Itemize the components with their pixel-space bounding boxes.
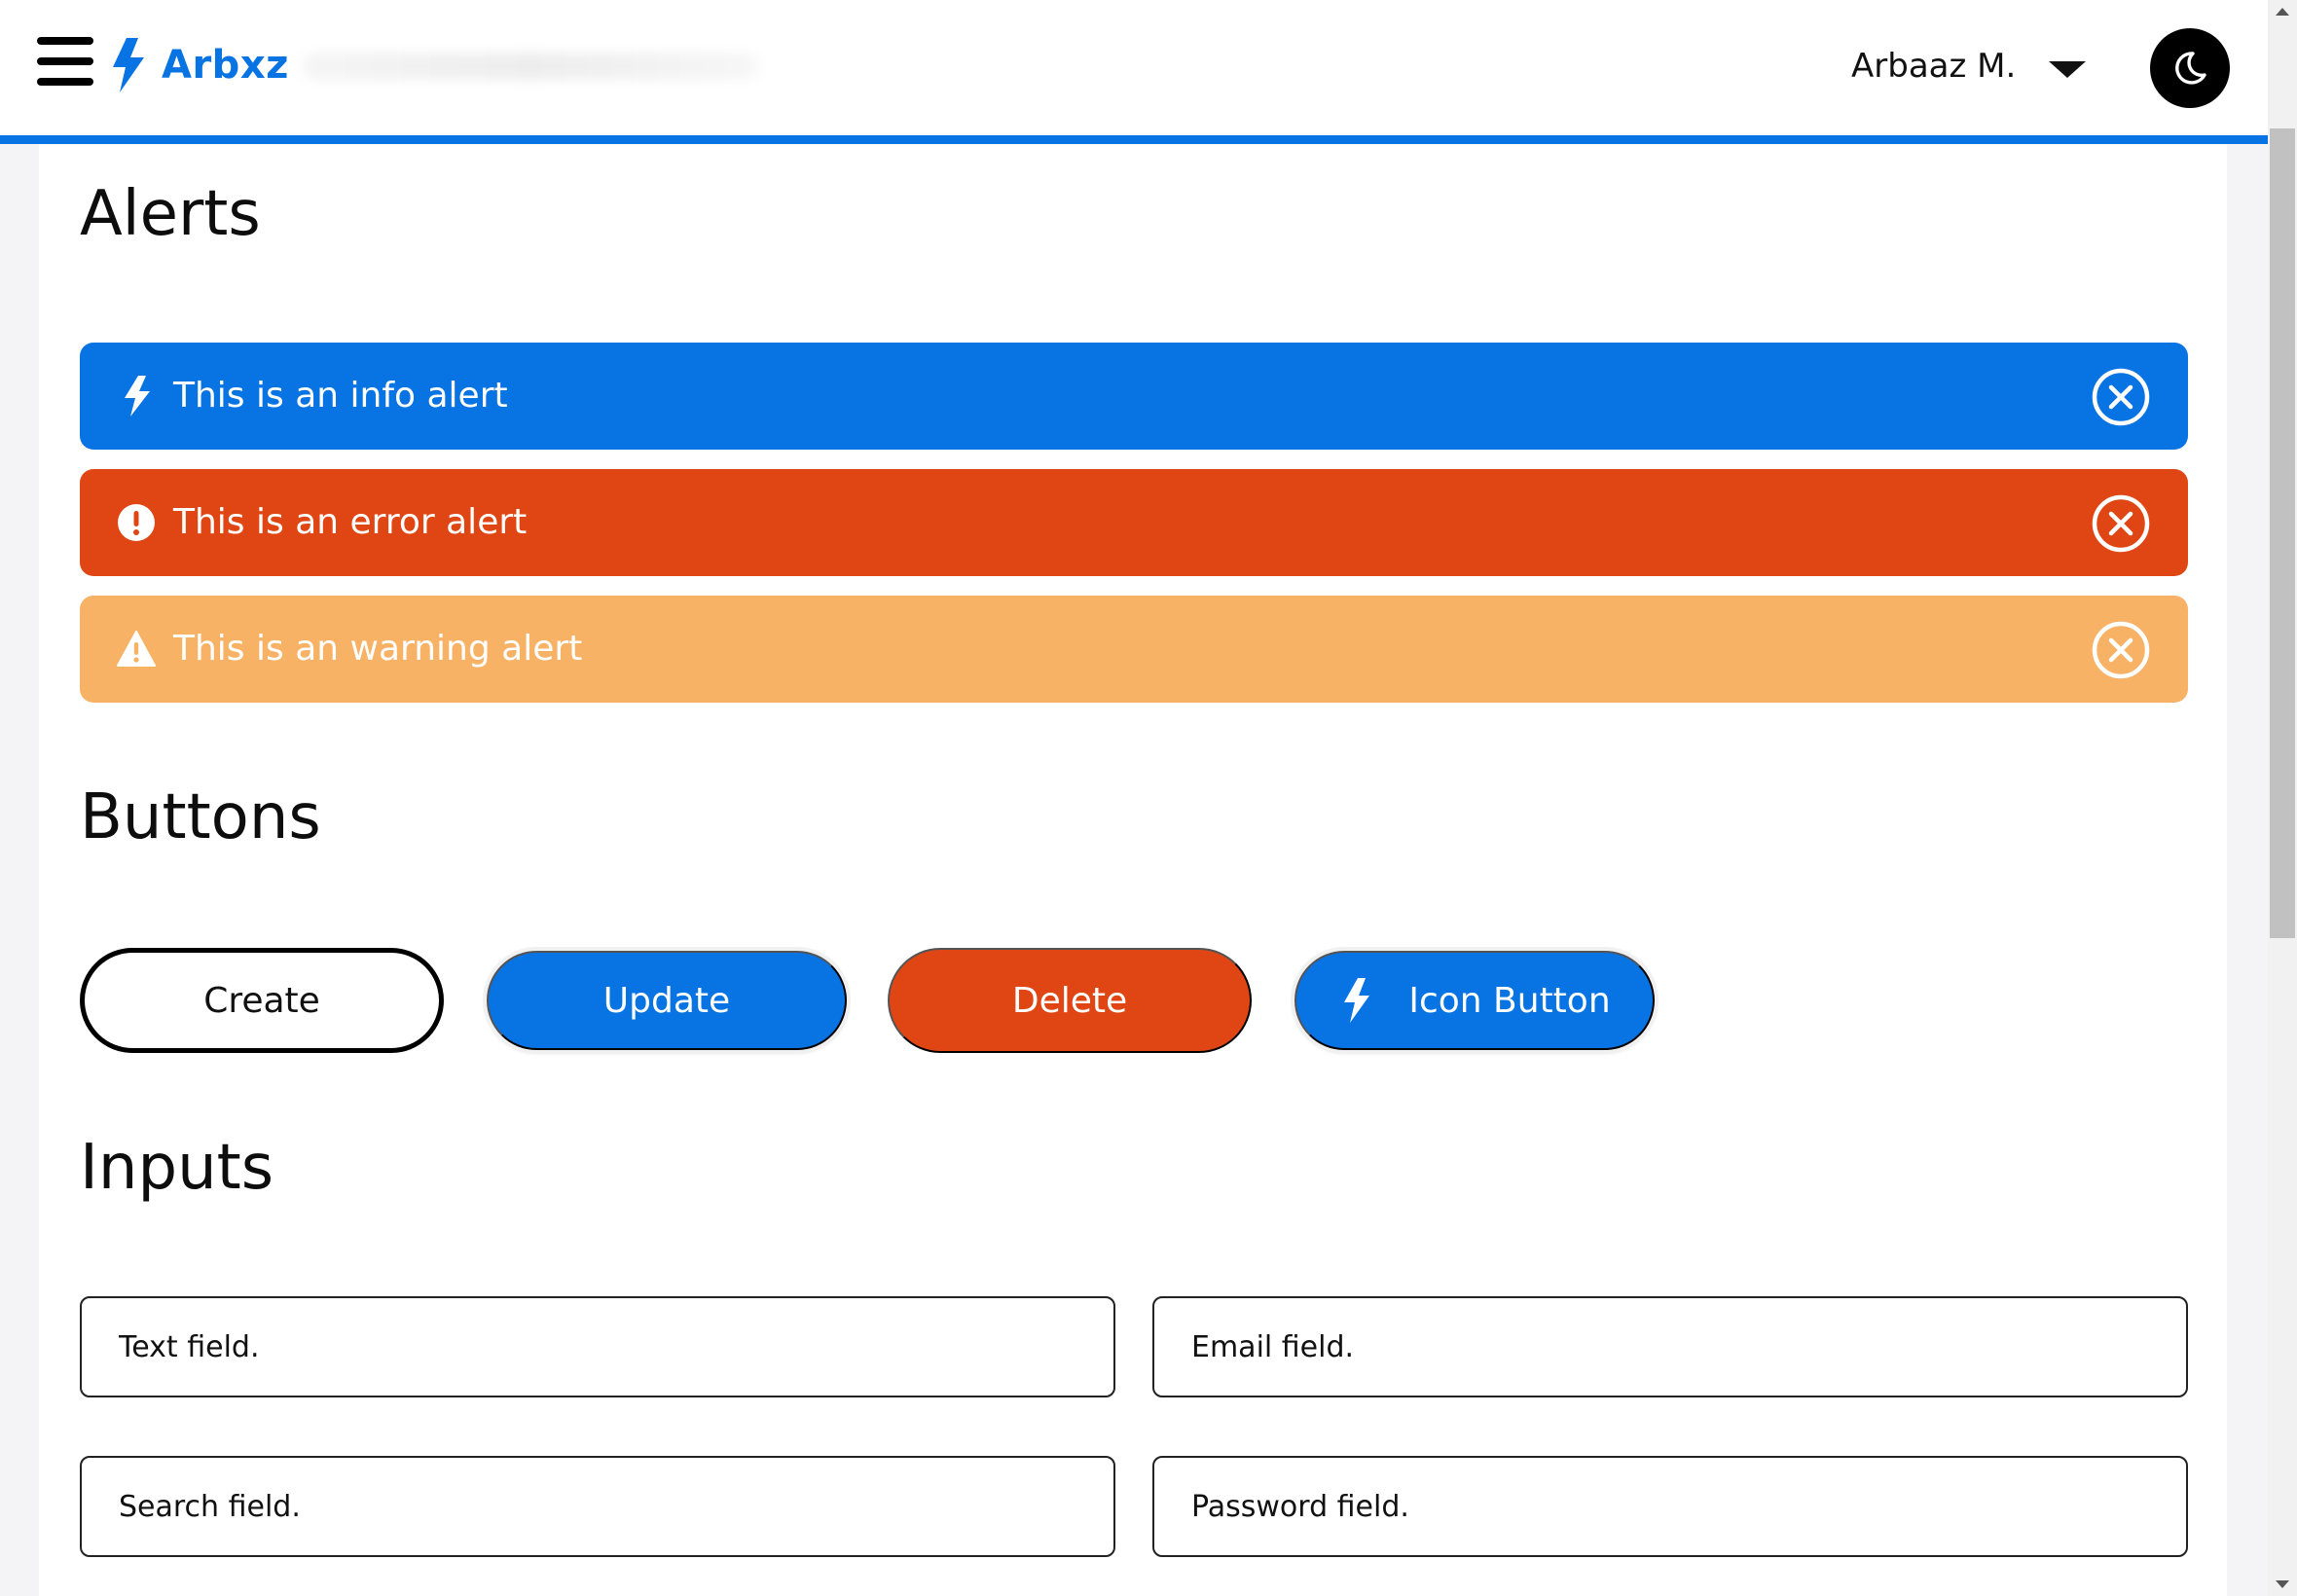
text-field[interactable] — [80, 1296, 1115, 1397]
vertical-scrollbar[interactable] — [2268, 0, 2297, 1596]
lightning-bolt-icon — [117, 376, 156, 417]
user-name: Arbaaz M. — [1851, 47, 2017, 86]
password-field[interactable] — [1152, 1456, 2188, 1557]
email-field[interactable] — [1152, 1296, 2188, 1397]
brand-logo[interactable]: Arbxz — [109, 35, 289, 95]
lightning-bolt-icon — [1338, 978, 1373, 1023]
alerts-section-title: Alerts — [80, 178, 261, 250]
close-circle-icon[interactable] — [2091, 620, 2151, 680]
top-navbar: Arbxz Arbaaz M. — [0, 0, 2268, 144]
lightning-bolt-icon — [109, 38, 148, 92]
hamburger-icon[interactable] — [37, 37, 93, 86]
delete-button[interactable]: Delete — [888, 948, 1252, 1053]
moon-icon — [2175, 52, 2206, 85]
caret-down-icon[interactable] — [2049, 60, 2087, 78]
theme-toggle-button[interactable] — [2150, 28, 2230, 108]
buttons-section-title: Buttons — [80, 781, 321, 853]
error-alert: This is an error alert — [80, 469, 2188, 576]
main-content: Alerts This is an info alert This is an … — [39, 144, 2227, 1596]
search-field[interactable] — [80, 1456, 1115, 1557]
error-alert-text: This is an error alert — [173, 502, 528, 542]
exclamation-circle-icon — [117, 502, 156, 543]
blurred-header-text — [302, 53, 759, 80]
warning-alert-text: This is an warning alert — [173, 629, 583, 669]
scrollbar-thumb[interactable] — [2270, 128, 2295, 938]
info-alert-text: This is an info alert — [173, 376, 508, 416]
info-alert: This is an info alert — [80, 343, 2188, 450]
close-circle-icon[interactable] — [2091, 493, 2151, 554]
update-button[interactable]: Update — [487, 951, 847, 1050]
close-circle-icon[interactable] — [2091, 367, 2151, 427]
user-menu[interactable]: Arbaaz M. — [1851, 39, 2087, 93]
warning-alert: This is an warning alert — [80, 596, 2188, 703]
scroll-down-arrow-icon[interactable] — [2276, 1580, 2289, 1588]
create-button[interactable]: Create — [80, 948, 444, 1053]
inputs-section-title: Inputs — [80, 1132, 274, 1204]
brand-name: Arbxz — [162, 43, 289, 88]
icon-button-label: Icon Button — [1408, 980, 1611, 1021]
icon-button[interactable]: Icon Button — [1294, 951, 1655, 1050]
scroll-up-arrow-icon[interactable] — [2276, 8, 2289, 16]
warning-triangle-icon — [117, 629, 156, 670]
